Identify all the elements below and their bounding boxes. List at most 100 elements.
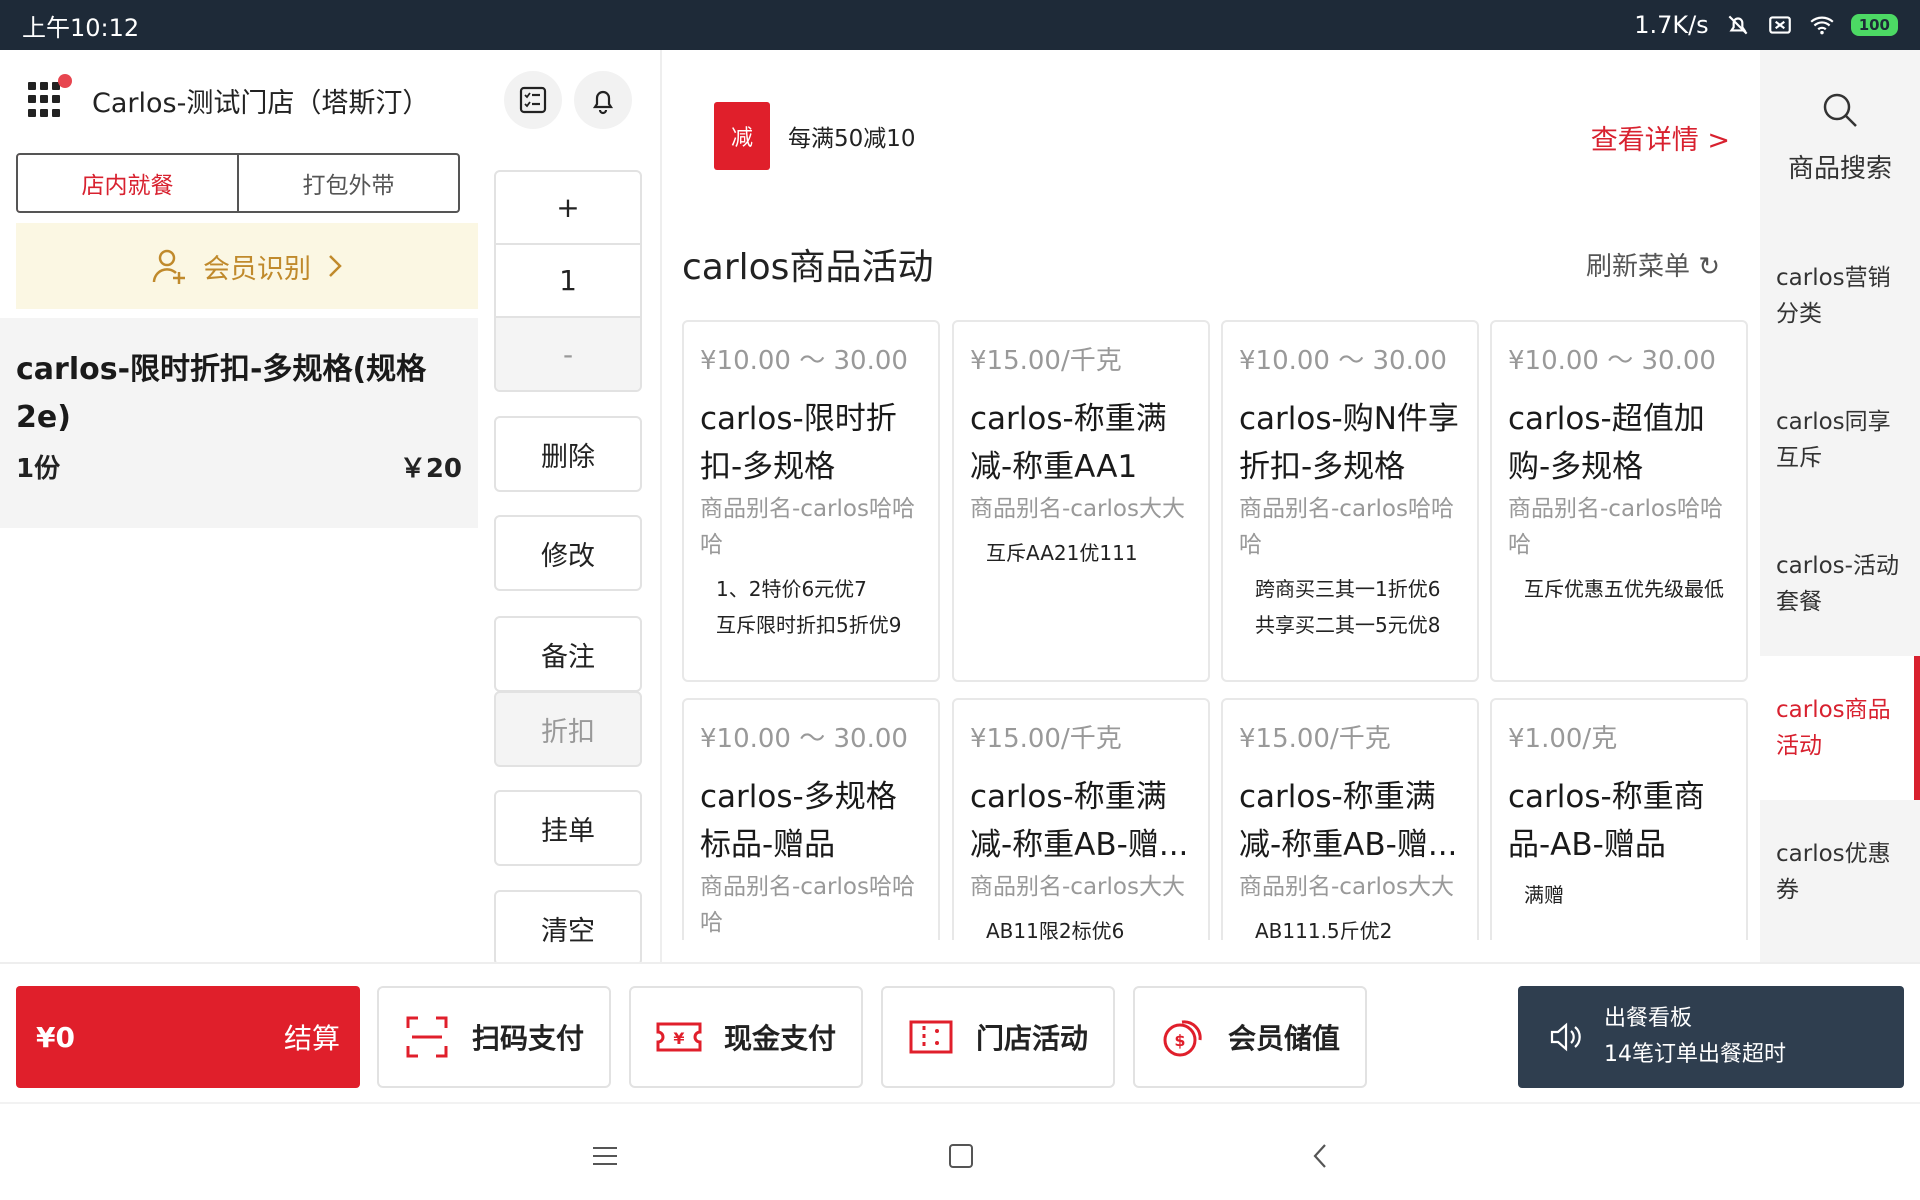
refresh-menu-button[interactable]: 刷新菜单 ↻	[1586, 246, 1720, 283]
kitchen-board-button[interactable]: 出餐看板 14笔订单出餐超时	[1518, 986, 1904, 1088]
order-line-item[interactable]: carlos-限时折扣-多规格(规格2e) 1份 ￥20	[0, 318, 478, 528]
svg-text:¥: ¥	[673, 1029, 684, 1048]
bottom-action-bar: ¥0 结算 扫码支付 ¥ 现金支付 门店活动 $ 会员储值 出餐看板 14笔订单…	[0, 962, 1920, 1102]
back-icon	[1313, 1144, 1326, 1168]
section-title: carlos商品活动	[682, 247, 934, 288]
category-item[interactable]: carlos同享互斥	[1760, 368, 1920, 512]
modify-button[interactable]: 修改	[494, 515, 642, 591]
product-name: carlos-限时折扣-多规格	[700, 401, 897, 485]
product-search-button[interactable]: 商品搜索	[1760, 50, 1920, 224]
order-list-button[interactable]	[504, 71, 562, 129]
category-item[interactable]: carlos-活动套餐	[1760, 512, 1920, 656]
kitchen-board-status: 14笔订单出餐超时	[1604, 1042, 1786, 1067]
member-identify-button[interactable]: 会员识别	[16, 223, 478, 309]
wifi-icon	[1810, 16, 1834, 35]
kitchen-board-title: 出餐看板	[1604, 1006, 1693, 1031]
speaker-icon	[1550, 1022, 1581, 1052]
header-actions	[494, 50, 642, 150]
promo-text: 每满50减10	[788, 126, 916, 152]
product-price: ¥15.00/千克	[970, 346, 1122, 376]
product-tag: 互斥AA21优111	[986, 541, 1138, 565]
product-tag: 互斥优惠五优先级最低	[1524, 577, 1724, 601]
clear-button[interactable]: 清空	[494, 890, 642, 966]
product-name: carlos-超值加购-多规格	[1508, 401, 1705, 485]
apps-grid-icon[interactable]	[28, 74, 72, 118]
scan-icon	[406, 1016, 448, 1058]
order-panel: Carlos-测试门店（塔斯汀） 店内就餐 打包外带 会员识别 carlos-限…	[0, 50, 478, 962]
product-name: carlos-称重商品-AB-赠品	[1508, 779, 1705, 863]
category-rail: 商品搜索 carlos营销分类 carlos同享互斥 carlos-活动套餐 c…	[1760, 50, 1920, 962]
product-price: ¥15.00/千克	[970, 724, 1122, 754]
product-name: carlos-称重满减-称重AB-赠...	[1239, 779, 1458, 863]
product-area: 减 每满50减10 查看详情 > carlos商品活动 刷新菜单 ↻ ¥10.0…	[660, 50, 1760, 962]
product-alias: 商品别名-carlos哈哈哈	[700, 874, 915, 936]
category-item-active[interactable]: carlos商品活动	[1760, 656, 1920, 800]
product-tag: 满赠	[1524, 883, 1564, 907]
order-item-name: carlos-限时折扣-多规格(规格2e)	[16, 352, 427, 435]
delete-button[interactable]: 删除	[494, 416, 642, 492]
store-name: Carlos-测试门店（塔斯汀）	[92, 87, 430, 119]
product-price: ¥10.00 ～ 30.00	[700, 346, 908, 376]
order-item-price: ￥20	[399, 454, 462, 484]
product-card[interactable]: ¥1.00/克 carlos-称重商品-AB-赠品 满赠	[1490, 698, 1748, 940]
product-tag: 跨商买三其一1折优6	[1255, 577, 1441, 601]
home-nav-button[interactable]	[941, 1136, 981, 1176]
menu-icon	[593, 1147, 617, 1165]
checkout-label: 结算	[283, 1022, 340, 1055]
product-card[interactable]: ¥15.00/千克 carlos-称重满减-称重AA1 商品别名-carlos大…	[952, 320, 1210, 682]
note-button[interactable]: 备注	[494, 616, 642, 692]
checkout-button[interactable]: ¥0 结算	[16, 986, 360, 1088]
dine-in-tab[interactable]: 店内就餐	[18, 155, 239, 211]
dine-mode-toggle: 店内就餐 打包外带	[16, 153, 460, 213]
list-check-icon	[519, 86, 547, 114]
hold-order-button[interactable]: 挂单	[494, 790, 642, 866]
scan-pay-label: 扫码支付	[471, 1022, 584, 1055]
product-alias: 商品别名-carlos哈哈哈	[1508, 496, 1723, 558]
product-card[interactable]: ¥10.00 ～ 30.00 carlos-超值加购-多规格 商品别名-carl…	[1490, 320, 1748, 682]
quantity-minus-button[interactable]: -	[496, 318, 640, 390]
product-tag: AB111.5斤优2	[1255, 919, 1393, 940]
total-amount: ¥0	[36, 1020, 75, 1054]
category-item[interactable]: carlos营销分类	[1760, 224, 1920, 368]
product-card[interactable]: ¥10.00 ～ 30.00 carlos-多规格标品-赠品 商品别名-carl…	[682, 698, 940, 940]
product-price: ¥10.00 ～ 30.00	[1508, 346, 1716, 376]
product-card[interactable]: ¥15.00/千克 carlos-称重满减-称重AB-赠... 商品别名-car…	[1221, 698, 1479, 940]
member-recharge-button[interactable]: $ 会员储值	[1133, 986, 1367, 1088]
product-tag: 1、2特价6元优7	[716, 577, 867, 601]
quantity-value: 1	[496, 245, 640, 318]
discount-button[interactable]: 折扣	[494, 691, 642, 767]
bell-muted-icon	[1728, 15, 1748, 35]
quantity-plus-button[interactable]: +	[496, 172, 640, 245]
quantity-stepper: + 1 -	[494, 170, 642, 392]
takeout-tab[interactable]: 打包外带	[237, 155, 458, 211]
chevron-right-icon	[329, 255, 342, 277]
cash-pay-button[interactable]: ¥ 现金支付	[629, 986, 863, 1088]
promo-details-link[interactable]: 查看详情 >	[1591, 118, 1730, 157]
category-item[interactable]: carlos优惠券	[1760, 800, 1920, 944]
product-card[interactable]: ¥15.00/千克 carlos-称重满减-称重AB-赠... 商品别名-car…	[952, 698, 1210, 940]
status-time: 上午10:12	[22, 13, 140, 42]
store-activity-label: 门店活动	[975, 1022, 1088, 1055]
product-name: carlos-多规格标品-赠品	[700, 779, 897, 863]
order-item-quantity: 1份	[16, 454, 61, 484]
sim-off-icon	[1768, 16, 1791, 34]
product-price: ¥10.00 ～ 30.00	[1239, 346, 1447, 376]
scan-pay-button[interactable]: 扫码支付	[377, 986, 611, 1088]
product-alias: 商品别名-carlos哈哈哈	[1239, 496, 1454, 558]
product-price: ¥10.00 ～ 30.00	[700, 724, 908, 754]
battery-icon: 100	[1850, 14, 1898, 36]
product-alias: 商品别名-carlos哈哈哈	[700, 496, 915, 558]
cash-icon: ¥	[656, 1022, 702, 1052]
product-name: carlos-称重满减-称重AB-赠...	[970, 779, 1189, 863]
notification-dot	[58, 74, 72, 88]
bell-icon	[592, 90, 614, 115]
product-card[interactable]: ¥10.00 ～ 30.00 carlos-限时折扣-多规格 商品别名-carl…	[682, 320, 940, 682]
notification-button[interactable]	[574, 71, 632, 129]
back-nav-button[interactable]	[1300, 1136, 1340, 1176]
store-activity-button[interactable]: 门店活动	[881, 986, 1115, 1088]
search-icon	[1823, 93, 1857, 127]
menu-nav-button[interactable]	[585, 1136, 625, 1176]
product-card[interactable]: ¥10.00 ～ 30.00 carlos-购N件享折扣-多规格 商品别名-ca…	[1221, 320, 1479, 682]
product-price: ¥15.00/千克	[1239, 724, 1391, 754]
network-speed: 1.7K/s	[1634, 11, 1709, 39]
